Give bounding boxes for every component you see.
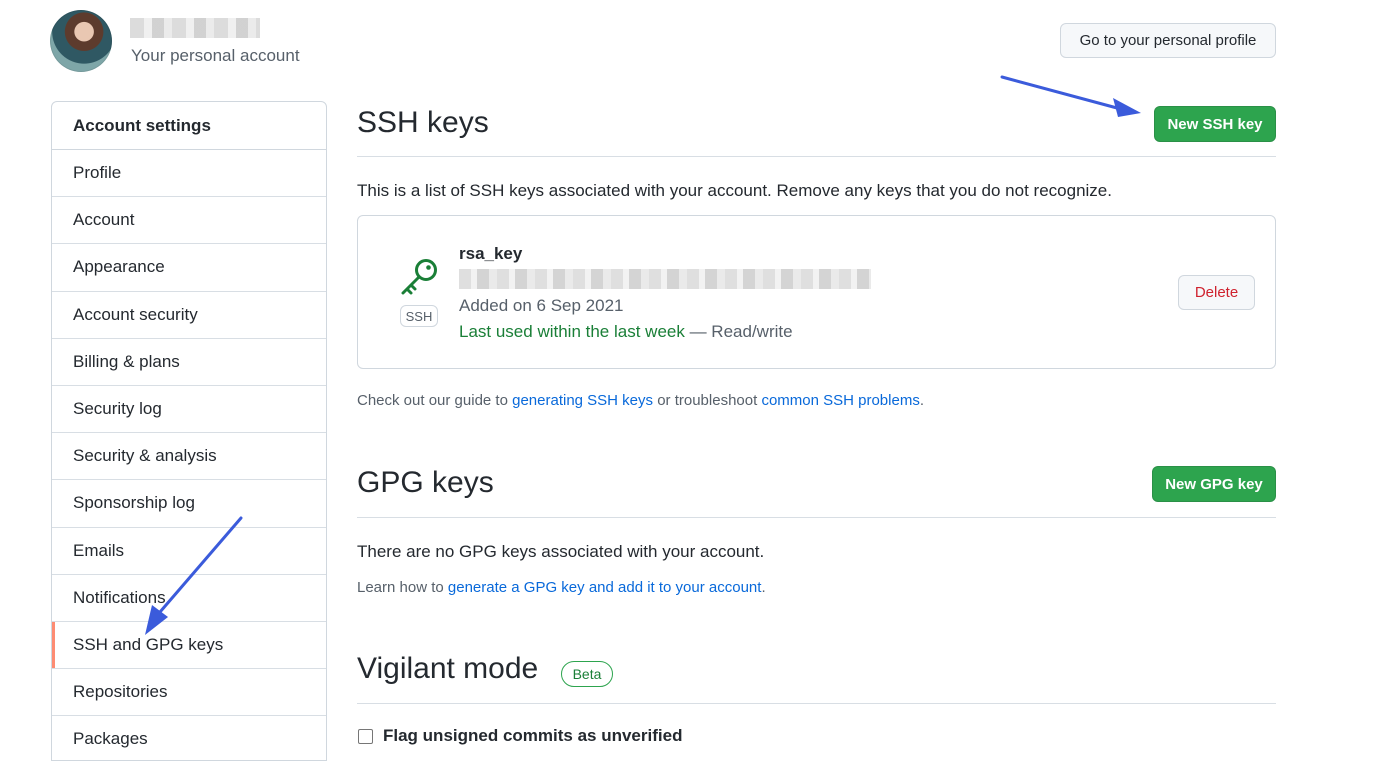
new-gpg-key-button[interactable]: New GPG key [1152, 466, 1276, 502]
sidebar-item-profile[interactable]: Profile [52, 150, 326, 198]
delete-ssh-key-button[interactable]: Delete [1178, 275, 1255, 310]
vigilant-mode-title: Vigilant mode [357, 652, 539, 685]
sidebar-item-billing[interactable]: Billing & plans [52, 339, 326, 386]
ssh-description: This is a list of SSH keys associated wi… [357, 181, 1112, 200]
sidebar-item-account[interactable]: Account [52, 197, 326, 245]
generate-gpg-key-link[interactable]: generate a GPG key and add it to your ac… [448, 579, 762, 596]
ssh-type-label: SSH [400, 305, 438, 327]
username-redacted [130, 18, 260, 38]
sidebar-item-sponsorship-log[interactable]: Sponsorship log [52, 480, 326, 528]
sidebar-item-appearance[interactable]: Appearance [52, 244, 326, 292]
gpg-learn-prefix: Learn how to [357, 579, 448, 596]
sidebar-header: Account settings [52, 102, 326, 150]
generating-ssh-keys-link[interactable]: generating SSH keys [512, 392, 653, 409]
ssh-guide-middle: or troubleshoot [653, 392, 762, 409]
gpg-empty-text: There are no GPG keys associated with yo… [357, 542, 765, 561]
ssh-key-access: — Read/write [684, 322, 793, 341]
ssh-key-card: SSH rsa_key Added on 6 Sep 2021 Last use… [357, 215, 1276, 369]
gpg-learn-suffix: . [761, 579, 766, 596]
go-to-profile-button[interactable]: Go to your personal profile [1060, 23, 1276, 58]
ssh-guide-text: Check out our guide to generating SSH ke… [357, 392, 924, 409]
common-ssh-problems-link[interactable]: common SSH problems [761, 392, 919, 409]
sidebar-item-security-analysis[interactable]: Security & analysis [52, 433, 326, 481]
arrow-to-new-ssh-key [1000, 75, 1141, 117]
ssh-guide-suffix: . [919, 392, 924, 409]
sidebar-item-repositories[interactable]: Repositories [52, 669, 326, 717]
sidebar-item-emails[interactable]: Emails [52, 528, 326, 575]
sidebar-item-ssh-gpg-keys[interactable]: SSH and GPG keys [52, 621, 326, 670]
key-icon [401, 259, 437, 295]
settings-sidebar: Account settings Profile Account Appeara… [51, 101, 327, 761]
ssh-key-name: rsa_key [459, 244, 523, 263]
beta-badge: Beta [561, 661, 613, 687]
flag-unsigned-commits-label[interactable]: Flag unsigned commits as unverified [383, 726, 682, 746]
ssh-key-usage: Last used within the last week — Read/wr… [459, 322, 793, 342]
ssh-key-added-date: Added on 6 Sep 2021 [459, 296, 624, 315]
new-ssh-key-button[interactable]: New SSH key [1154, 106, 1276, 142]
ssh-key-last-used: Last used within the last week [459, 322, 685, 341]
sidebar-item-packages[interactable]: Packages [52, 716, 326, 760]
gpg-learn-text: Learn how to generate a GPG key and add … [357, 579, 766, 596]
ssh-key-fingerprint-redacted [459, 269, 871, 289]
ssh-section-divider [357, 156, 1276, 157]
account-subtitle: Your personal account [131, 46, 300, 65]
vigilant-section-divider [357, 703, 1276, 704]
flag-unsigned-commits-checkbox[interactable] [358, 729, 373, 744]
avatar[interactable] [50, 10, 112, 72]
sidebar-item-account-security[interactable]: Account security [52, 292, 326, 339]
sidebar-item-notifications[interactable]: Notifications [52, 575, 326, 622]
sidebar-item-security-log[interactable]: Security log [52, 386, 326, 434]
gpg-section-divider [357, 517, 1276, 518]
ssh-keys-title: SSH keys [357, 106, 489, 139]
gpg-keys-title: GPG keys [357, 466, 494, 499]
ssh-guide-prefix: Check out our guide to [357, 392, 513, 409]
